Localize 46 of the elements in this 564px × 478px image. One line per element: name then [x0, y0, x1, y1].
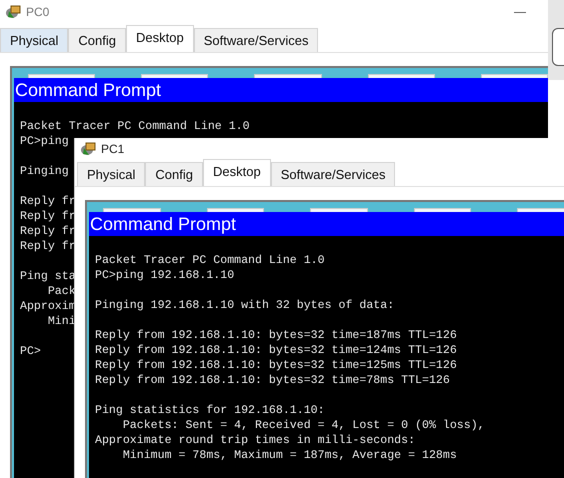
window-title: PC0 — [26, 5, 50, 19]
terminal-line: Packet Tracer PC Command Line 1.0 — [95, 253, 325, 268]
app-tile[interactable] — [480, 74, 548, 78]
terminal-line: PC>ping 192.168.1.10 — [95, 268, 234, 283]
terminal-line: Minimum = 78ms, Maximum = 187ms, Average = 128ms — [122, 448, 457, 463]
command-prompt-title: Command Prompt — [89, 212, 564, 236]
terminal-line: Reply fr — [20, 239, 76, 254]
terminal-line: Ping statistics for 192.168.1.10: — [95, 403, 325, 418]
computer-icon — [80, 140, 97, 156]
app-tile[interactable] — [414, 208, 472, 212]
terminal-line: Packet Tracer PC Command Line 1.0 — [20, 119, 250, 134]
tab[interactable]: Software/Services — [270, 162, 396, 186]
tab[interactable]: Desktop — [203, 159, 271, 186]
terminal-line: Reply fr — [20, 209, 76, 224]
terminal-line: Reply from 192.168.1.10: bytes=32 time=124ms TTL=126 — [95, 343, 457, 358]
tab[interactable]: Desktop — [126, 25, 194, 52]
terminal-line: Approximate round trip times in milli-seconds: — [95, 433, 416, 448]
app-tile[interactable] — [28, 74, 96, 78]
app-tile[interactable] — [141, 74, 208, 78]
app-tile[interactable] — [254, 74, 322, 78]
terminal-line: Mini — [46, 314, 76, 329]
terminal-line: Pinging 192.168.1.10 with 32 bytes of data: — [95, 298, 394, 313]
computer-icon — [5, 4, 22, 20]
window-title: PC1 — [101, 142, 124, 156]
app-tile[interactable] — [310, 208, 368, 212]
app-tile[interactable] — [517, 208, 564, 212]
app-tile[interactable] — [206, 208, 264, 212]
tab[interactable]: Config — [145, 162, 203, 186]
tab[interactable]: Software/Services — [194, 28, 318, 52]
terminal-line: PC> — [20, 344, 41, 359]
terminal-line: Reply from 192.168.1.10: bytes=32 time=78ms TTL=126 — [95, 373, 450, 388]
app-tile[interactable] — [103, 208, 161, 212]
terminal-line: Reply fr — [20, 224, 76, 239]
app-tile[interactable] — [368, 74, 435, 78]
command-prompt-title: Command Prompt — [14, 78, 548, 102]
terminal-line: Pinging — [20, 164, 69, 179]
terminal-line: PC>ping — [20, 134, 69, 149]
terminal-line: Packets: Sent = 4, Received = 4, Lost = 0 (0% loss), — [122, 418, 485, 433]
tab[interactable]: Config — [68, 28, 126, 52]
tab[interactable]: Physical — [0, 28, 68, 52]
terminal-line: Reply fr — [20, 194, 76, 209]
terminal-line: Reply from 192.168.1.10: bytes=32 time=187ms TTL=126 — [95, 328, 457, 343]
terminal-line: Pack — [46, 284, 76, 299]
tab[interactable]: Physical — [77, 162, 146, 186]
terminal-line: Reply from 192.168.1.10: bytes=32 time=125ms TTL=126 — [95, 358, 457, 373]
minimize-icon[interactable] — [514, 12, 526, 14]
